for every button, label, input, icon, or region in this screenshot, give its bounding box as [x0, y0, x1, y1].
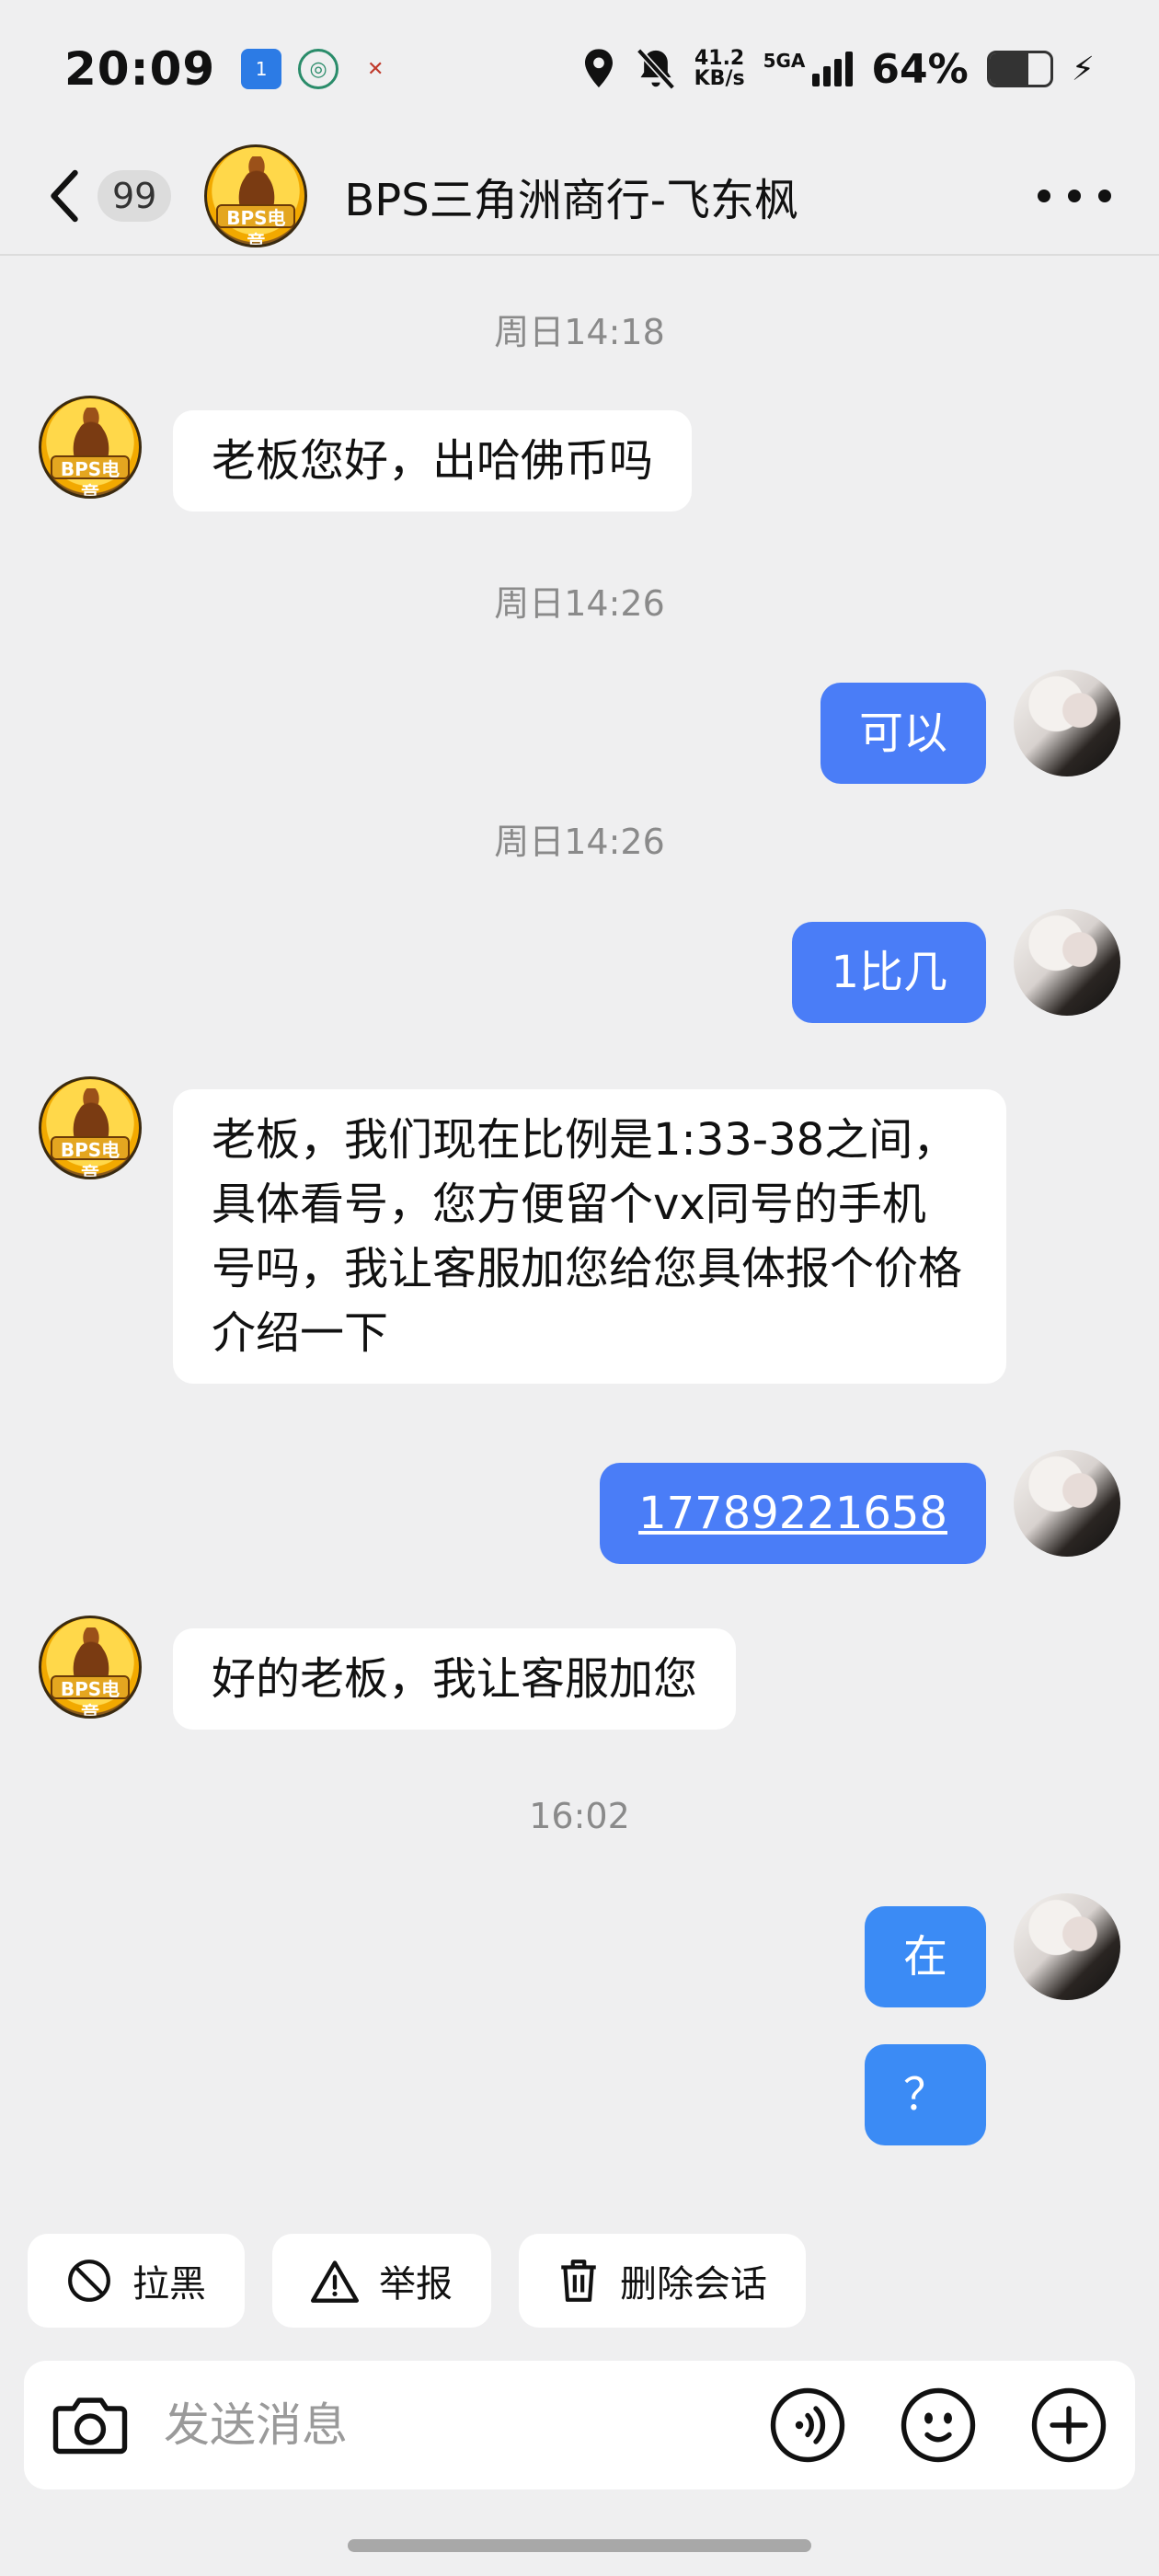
emoji-icon: [901, 2387, 976, 2463]
message-row-outgoing: 可以: [820, 670, 1120, 784]
message-row-incoming: BPS电竞 老板您好，出哈佛币吗: [39, 396, 693, 512]
sender-avatar[interactable]: BPS电竞: [39, 1076, 142, 1179]
broadcast-notification-icon: 1: [241, 49, 282, 89]
chat-header: 99 BPS电竞 BPS三角洲商行-飞东枫: [0, 138, 1159, 256]
report-label: 举报: [379, 2263, 453, 2306]
more-dot-icon: [1068, 190, 1081, 202]
contact-name[interactable]: BPS三角洲商行-飞东枫: [344, 164, 798, 228]
timestamp: 周日14:26: [494, 822, 665, 862]
plus-icon: [1031, 2387, 1107, 2463]
network-speed: 41.2 KB/s: [694, 49, 745, 89]
message-row-incoming: BPS电竞 好的老板，我让客服加您: [39, 1616, 737, 1730]
block-label: 拉黑: [132, 2263, 206, 2306]
clock: 20:09: [64, 42, 216, 96]
more-options-button[interactable]: [1038, 168, 1111, 224]
camera-button[interactable]: [52, 2386, 129, 2464]
message-row-outgoing: 17789221658: [600, 1450, 1120, 1564]
mute-bell-icon: [636, 48, 675, 90]
signal-strength: 5GA: [763, 52, 854, 86]
delete-conversation-button[interactable]: 删除会话: [519, 2234, 806, 2328]
timestamp: 16:02: [529, 1796, 630, 1836]
report-button[interactable]: 举报: [272, 2234, 491, 2328]
my-avatar[interactable]: [1014, 909, 1120, 1016]
message-bubble[interactable]: ？: [864, 2044, 986, 2145]
voice-icon: [770, 2387, 845, 2463]
my-avatar[interactable]: [1014, 1893, 1120, 2000]
more-dot-icon: [1098, 190, 1111, 202]
emoji-button[interactable]: [900, 2386, 977, 2464]
my-avatar[interactable]: [1014, 670, 1120, 776]
delete-conversation-label: 删除会话: [620, 2263, 767, 2306]
message-list[interactable]: 周日14:18 BPS电竞 老板您好，出哈佛币吗 周日14:26 可以 周日14…: [0, 258, 1159, 2180]
net-speed-value: 41.2: [694, 47, 745, 70]
quick-actions: 拉黑 举报 删除会话: [28, 2234, 806, 2328]
block-icon: [68, 2260, 110, 2302]
phone-number-link[interactable]: 17789221658: [600, 1463, 986, 1564]
message-bubble[interactable]: 老板，我们现在比例是1:33-38之间，具体看号，您方便留个vx同号的手机号吗，…: [173, 1089, 1006, 1384]
trash-icon: [561, 2260, 596, 2302]
battery-icon: [986, 51, 1053, 87]
game-notification-icon: ✕: [366, 57, 384, 81]
message-bubble[interactable]: 1比几: [792, 922, 986, 1023]
network-type: 5GA: [763, 50, 806, 72]
charging-icon: ⚡: [1071, 50, 1095, 88]
message-row-outgoing: 在: [864, 1893, 1120, 2007]
contact-avatar[interactable]: BPS电竞: [204, 144, 308, 247]
composer: [24, 2361, 1135, 2490]
status-bar: 20:09 1 ◎ ✕ 41.2 KB/s 5GA 64% ⚡: [0, 0, 1159, 138]
message-bubble[interactable]: 老板您好，出哈佛币吗: [173, 410, 693, 512]
message-bubble[interactable]: 好的老板，我让客服加您: [173, 1628, 737, 1730]
camera-icon: [52, 2398, 128, 2455]
timestamp: 周日14:18: [494, 312, 665, 352]
net-speed-unit: KB/s: [694, 67, 745, 90]
message-bubble[interactable]: 可以: [820, 683, 986, 784]
notification-icons: 1 ◎ ✕: [241, 49, 396, 89]
message-bubble[interactable]: 在: [864, 1906, 986, 2007]
message-row-incoming: BPS电竞 老板，我们现在比例是1:33-38之间，具体看号，您方便留个vx同号…: [39, 1076, 1006, 1384]
message-row-outgoing: 1比几: [792, 909, 1120, 1023]
location-icon: [584, 49, 613, 87]
more-actions-button[interactable]: [1030, 2386, 1107, 2464]
voice-button[interactable]: [769, 2386, 846, 2464]
avatar-logo-text: BPS电竞: [216, 204, 296, 245]
more-dot-icon: [1038, 190, 1050, 202]
chevron-left-icon: [51, 169, 78, 223]
app-notification-icon: ◎: [298, 49, 339, 89]
battery-percent: 64%: [871, 45, 969, 93]
sender-avatar[interactable]: BPS电竞: [39, 1616, 142, 1719]
timestamp: 周日14:26: [494, 583, 665, 624]
message-input[interactable]: [164, 2398, 751, 2452]
my-avatar[interactable]: [1014, 1450, 1120, 1557]
sender-avatar[interactable]: BPS电竞: [39, 396, 142, 499]
unread-count-badge[interactable]: 99: [98, 170, 172, 222]
home-indicator[interactable]: [348, 2539, 811, 2552]
warning-icon: [311, 2260, 359, 2303]
message-row-outgoing: ？: [864, 2044, 1120, 2145]
block-button[interactable]: 拉黑: [28, 2234, 245, 2328]
